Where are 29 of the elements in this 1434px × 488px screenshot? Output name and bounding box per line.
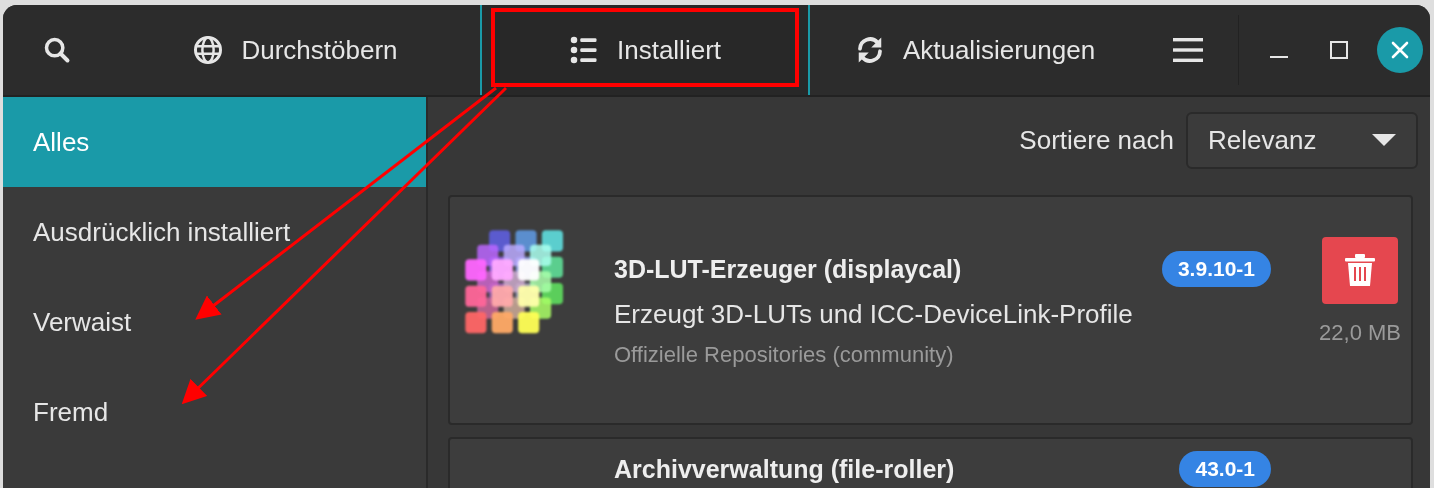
maximize-icon xyxy=(1330,41,1348,59)
sidebar-item[interactable]: Verwaist xyxy=(3,277,426,367)
trash-icon xyxy=(1345,254,1376,286)
tab-label: Installiert xyxy=(616,34,721,66)
sidebar-item[interactable]: Fremd xyxy=(3,367,426,457)
caret-icon xyxy=(1372,133,1396,147)
nav-tab[interactable]: Installiert xyxy=(480,5,810,95)
version-badge: 43.0-1 xyxy=(1179,451,1271,487)
nav-tab[interactable]: Durchstöbern xyxy=(111,5,480,95)
minimize-icon xyxy=(1270,56,1288,58)
sort-label: Sortiere nach xyxy=(1019,124,1174,156)
nav-tab[interactable]: Aktualisierungen xyxy=(810,5,1140,95)
search-icon xyxy=(43,36,71,64)
tab-label: Durchstöbern xyxy=(241,34,398,66)
package-description: Erzeugt 3D-LUTs und ICC-DeviceLink-Profile xyxy=(614,299,1134,330)
menu-icon xyxy=(1173,37,1203,63)
sidebar-item[interactable]: Ausdrücklich installiert xyxy=(3,187,426,277)
package-name: 3D-LUT-Erzeuger (displaycal) xyxy=(614,254,962,284)
tab-label: Aktualisierungen xyxy=(902,34,1096,66)
close-icon xyxy=(1390,40,1410,60)
version-badge: 3.9.10-1 xyxy=(1161,251,1271,287)
globe-icon xyxy=(193,35,224,65)
package-size: 22,0 MB xyxy=(1319,319,1401,346)
delete-button[interactable] xyxy=(1322,236,1399,304)
package-source: Offizielle Repositories (community) xyxy=(614,342,955,368)
close-button[interactable] xyxy=(1377,27,1423,73)
sort-dropdown[interactable]: Relevanz xyxy=(1186,111,1418,169)
list-icon xyxy=(568,35,599,65)
package-name: Archivverwaltung (file-roller) xyxy=(614,454,955,484)
